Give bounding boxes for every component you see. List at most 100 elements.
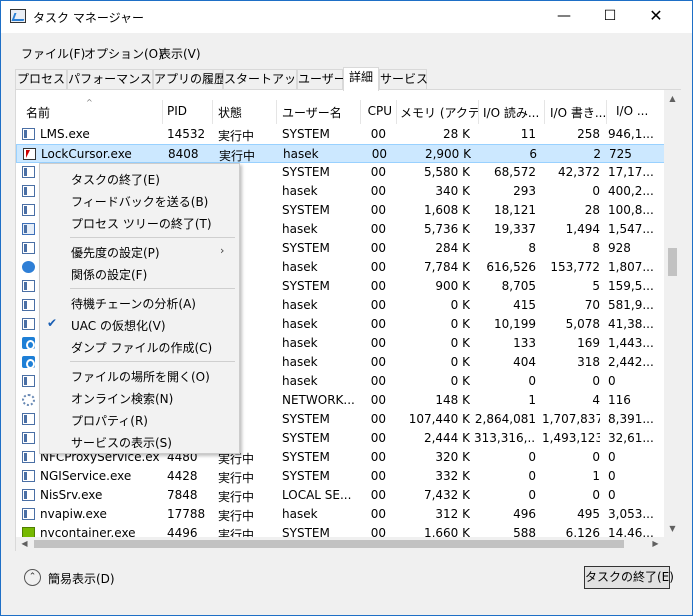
process-io-read: 6	[529, 147, 537, 161]
process-cpu: 00	[370, 184, 386, 198]
process-io-other: 1,807...	[608, 260, 654, 274]
table-row[interactable]: NisSrv.exe 7848 実行中 LOCAL SE... 00 7,432 K000	[16, 486, 666, 505]
process-io-other: 725	[609, 147, 632, 161]
context-menu-item[interactable]: プロセス ツリーの終了(T)	[40, 212, 239, 234]
process-io-other: 32,61...	[608, 431, 654, 445]
column-header-io-other[interactable]: I/O ...	[616, 104, 662, 118]
process-user: SYSTEM	[282, 431, 330, 445]
tab-services[interactable]: サービス	[379, 69, 428, 90]
context-menu-item[interactable]: ダンプ ファイルの作成(C)	[40, 336, 239, 358]
context-menu-item[interactable]: オンライン検索(N)	[40, 387, 239, 409]
context-menu-item[interactable]: 関係の設定(F)	[40, 263, 239, 285]
column-header-status[interactable]: 状態	[218, 104, 274, 121]
column-header-user[interactable]: ユーザー名	[282, 104, 358, 121]
context-menu: タスクの終了(E) フィードバックを送る(B) プロセス ツリーの終了(T) 優先度の…	[39, 163, 240, 454]
column-header-io-write[interactable]: I/O 書き...	[550, 104, 606, 121]
process-memory: 7,432 K	[423, 488, 470, 502]
process-io-write: 1,707,837	[542, 412, 600, 426]
context-menu-item[interactable]: 待機チェーンの分析(A)	[40, 292, 239, 314]
process-name: nvapiw.exe	[40, 507, 107, 521]
process-user: hasek	[282, 184, 318, 198]
context-menu-item[interactable]: タスクの終了(E)	[40, 168, 239, 190]
vertical-scroll-thumb[interactable]	[668, 248, 677, 276]
context-menu-label: プロセス ツリーの終了(T)	[71, 217, 212, 231]
column-divider[interactable]	[478, 100, 479, 124]
column-divider[interactable]	[396, 100, 397, 124]
chevron-up-icon[interactable]: ⌃	[24, 569, 41, 586]
minimize-button[interactable]: —	[541, 1, 587, 33]
process-user: SYSTEM	[282, 412, 330, 426]
column-header-name[interactable]: 名前	[26, 104, 156, 121]
context-menu-label: プロパティ(R)	[71, 414, 148, 428]
table-row[interactable]: NGIService.exe 4428 実行中 SYSTEM 00 332 K010	[16, 467, 666, 486]
table-row[interactable]: nvapiw.exe 17788 実行中 hasek 00 312 K 496 495 3,05…	[16, 505, 666, 524]
tab-startup[interactable]: スタートアップ	[223, 69, 308, 90]
column-divider[interactable]	[162, 100, 163, 124]
context-menu-item[interactable]: フィードバックを送る(B)	[40, 190, 239, 212]
process-io-read: 18,121	[494, 203, 536, 217]
scrollbar-corner	[664, 537, 681, 551]
column-divider[interactable]	[606, 100, 607, 124]
column-header-io-read[interactable]: I/O 読み...	[483, 104, 543, 121]
context-menu-item[interactable]: ✔ UAC の仮想化(V)	[40, 314, 239, 336]
menu-options[interactable]: オプション(O)	[84, 45, 163, 62]
context-menu-label: サービスの表示(S)	[71, 436, 172, 450]
scroll-down-icon[interactable]: ▼	[664, 520, 681, 537]
process-cpu: 00	[370, 336, 386, 350]
process-io-read: 133	[513, 336, 536, 350]
process-pid: 4496	[167, 526, 198, 537]
scroll-right-icon[interactable]: ▶	[647, 537, 664, 551]
process-pid: 17788	[167, 507, 206, 521]
process-pid: 14532	[167, 127, 206, 141]
end-task-button[interactable]: タスクの終了(E)	[584, 566, 674, 589]
tab-details[interactable]: 詳細	[343, 67, 379, 91]
table-row[interactable]: LockCursor.exe 8408 実行中 hasek 00 2,900 K 6 2 725	[16, 144, 666, 163]
tab-app-history[interactable]: アプリの履歴	[153, 69, 226, 90]
context-menu-item[interactable]: ファイルの場所を開く(O)	[40, 365, 239, 387]
column-divider[interactable]	[212, 100, 213, 124]
column-divider[interactable]	[544, 100, 545, 124]
scroll-up-icon[interactable]: ▲	[664, 90, 681, 107]
process-ie-icon	[22, 337, 35, 350]
table-row[interactable]: nvcontainer.exe 4496 実行中 SYSTEM 00 1,660 K 588…	[16, 524, 666, 537]
column-divider[interactable]	[360, 100, 361, 124]
tab-users[interactable]: ユーザー	[297, 69, 346, 90]
column-header-pid[interactable]: PID	[167, 104, 211, 118]
close-button[interactable]: ✕	[633, 1, 679, 33]
context-menu-item[interactable]: プロパティ(R)	[40, 409, 239, 431]
menu-file[interactable]: ファイル(F)	[21, 45, 85, 62]
context-menu-label: UAC の仮想化(V)	[71, 319, 166, 333]
process-window-icon	[22, 242, 35, 254]
process-io-read: 11	[520, 127, 536, 141]
process-memory: 900 K	[435, 279, 470, 293]
scroll-left-icon[interactable]: ◀	[16, 537, 33, 551]
menu-view[interactable]: 表示(V)	[159, 45, 201, 62]
table-row[interactable]: LMS.exe 14532 実行中 SYSTEM 00 28 K 11 258 946,1...	[16, 125, 666, 144]
context-menu-item[interactable]: 優先度の設定(P) ›	[40, 241, 239, 263]
fewer-details-link[interactable]: 簡易表示(D)	[48, 570, 115, 587]
process-memory: 28 K	[443, 127, 470, 141]
process-cpu: 00	[370, 488, 386, 502]
vertical-scrollbar[interactable]: ▲ ▼	[664, 90, 681, 537]
horizontal-scroll-thumb[interactable]	[34, 540, 624, 548]
column-header-memory[interactable]: メモリ (アクテ...	[400, 104, 478, 121]
process-user: hasek	[282, 222, 318, 236]
process-io-other: 928	[608, 241, 631, 255]
process-user: NETWORK...	[282, 393, 355, 407]
context-menu-item[interactable]: サービスの表示(S)	[40, 431, 239, 453]
process-io-write: 0	[592, 450, 600, 464]
column-header-cpu[interactable]: CPU	[362, 104, 392, 118]
process-window-icon	[22, 166, 35, 178]
tab-performance[interactable]: パフォーマンス	[67, 69, 153, 90]
menu-separator	[70, 288, 235, 289]
process-cpu: 00	[370, 203, 386, 217]
title-bar[interactable]: タスク マネージャー — ☐ ✕	[1, 1, 692, 33]
tab-processes[interactable]: プロセス	[15, 69, 67, 90]
process-memory: 2,444 K	[423, 431, 470, 445]
horizontal-scrollbar[interactable]: ◀ ▶	[16, 537, 664, 551]
process-memory: 0 K	[450, 317, 470, 331]
maximize-button[interactable]: ☐	[587, 1, 633, 33]
column-divider[interactable]	[276, 100, 277, 124]
process-user: SYSTEM	[282, 203, 330, 217]
process-io-read: 8,705	[501, 279, 536, 293]
